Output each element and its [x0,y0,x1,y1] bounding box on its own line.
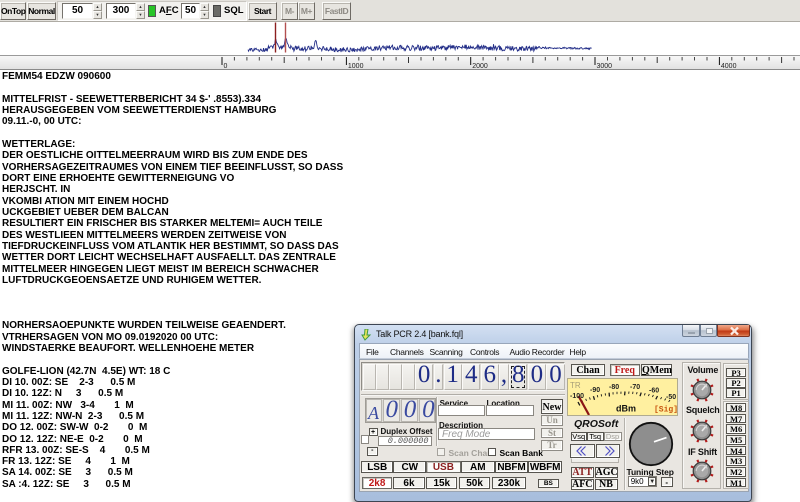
svg-text:-50: -50 [666,394,676,401]
svg-text:dBm: dBm [616,404,636,414]
svg-text:-60: -60 [649,388,659,395]
svg-text:TR: TR [570,381,581,390]
svg-text:[Sig]: [Sig] [654,406,677,415]
svg-text:-70: -70 [630,384,640,391]
svg-text:-90: -90 [590,387,600,394]
svg-text:-100: -100 [570,393,584,400]
svg-text:-80: -80 [609,384,619,391]
